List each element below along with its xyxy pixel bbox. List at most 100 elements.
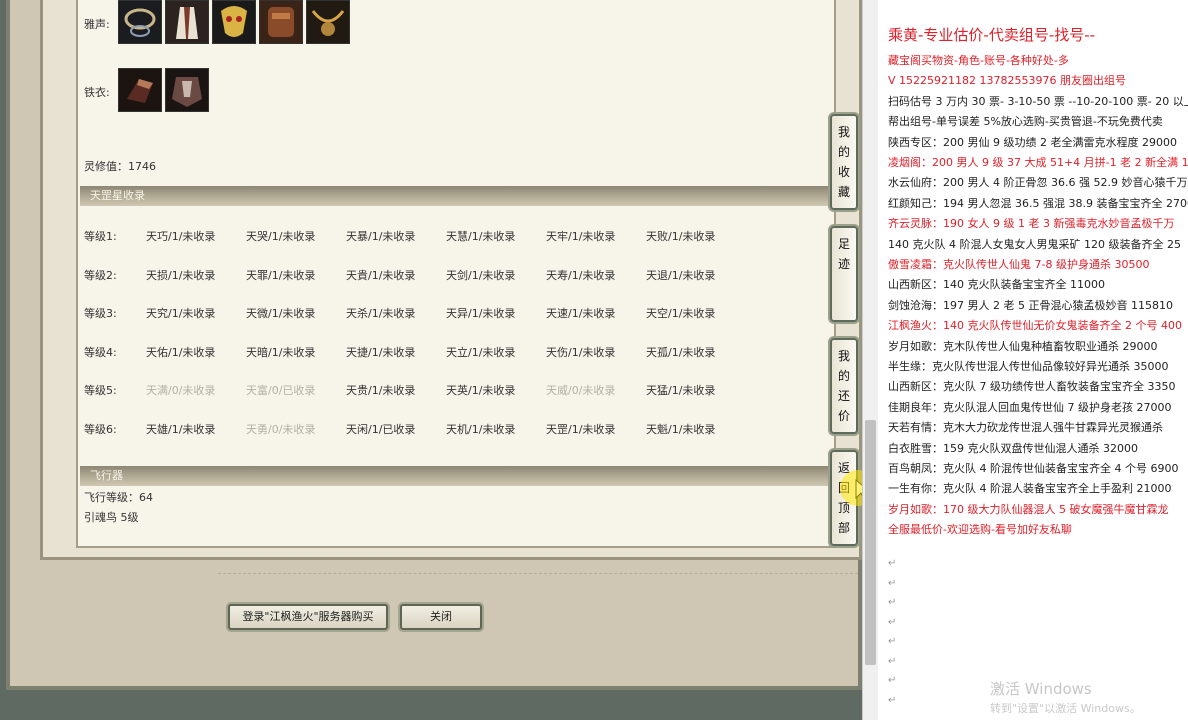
- collection-cell: 天微/1/未收录: [246, 307, 316, 321]
- collection-cell: 天捷/1/未收录: [346, 345, 416, 359]
- level-label: 等级4:: [84, 345, 117, 359]
- collection-cell: 天孤/1/未收录: [646, 345, 716, 359]
- document-line: 傲雪凌霜：克火队传世人仙鬼 7-8 级护身通杀 30500: [888, 258, 1150, 271]
- collection-cell: 天哭/1/未收录: [246, 230, 316, 243]
- item-gauntlet-icon[interactable]: [118, 68, 162, 112]
- collection-cell: 天异/1/未收录: [446, 307, 516, 321]
- document-line: 陕西专区：200 男仙 9 级功绩 2 老全满雷克水程度 29000: [888, 135, 1177, 149]
- collection-cell: 天剑/1/未收录: [446, 268, 516, 282]
- collection-cell: 天暴/1/未收录: [346, 230, 416, 243]
- item-robe-icon[interactable]: [165, 0, 209, 44]
- collection-row: 等级6: 天雄/1/未收录 天勇/0/未收录 天闲/1/已收录 天机/1/未收录 天罡/1…: [80, 409, 828, 447]
- document-line: 齐云灵脉：190 女人 9 级 1 老 3 新强毒克水妙音孟极千万: [888, 217, 1175, 231]
- collection-cell: 天空/1/未收录: [646, 307, 716, 321]
- document-line: 帮出组号-单号误差 5%放心选购-买贵管退-不玩免费代卖: [888, 115, 1163, 129]
- game-window: 雅声: 铁衣: 灵修值：1746 天罡星收录 等级1: 天巧/1/未收录 天哭/1/…: [0, 0, 862, 720]
- collection-cell: 天暗/1/未收录: [246, 345, 316, 359]
- close-button[interactable]: 关闭: [400, 604, 482, 630]
- flight-level: 飞行等级：64: [84, 491, 153, 504]
- collection-cell: 天佑/1/未收录: [146, 345, 216, 359]
- paragraph-mark-icon: ↵: [888, 577, 897, 589]
- collection-cell: 天富/0/已收录: [246, 384, 316, 398]
- level-label: 等级3:: [84, 307, 117, 321]
- tab-label: 我的收藏: [837, 125, 850, 199]
- tab-label: 足迹: [837, 237, 850, 271]
- document-line: V 15225921182 13782553976 朋友圈出组号: [888, 74, 1126, 88]
- collection-row: 等级2: 天损/1/未收录 天罪/1/未收录 天貴/1/未收录 天剑/1/未收录 天寿/1…: [80, 255, 828, 293]
- collection-cell: 天满/0/未收录: [146, 384, 216, 398]
- item-horns-icon[interactable]: [306, 0, 350, 44]
- item-chestplate-icon[interactable]: [165, 68, 209, 112]
- collection-row: 等级3: 天究/1/未收录 天微/1/未收录 天杀/1/未收录 天异/1/未收录 天速/1…: [80, 293, 828, 331]
- collection-cell: 天威/0/未收录: [546, 384, 616, 398]
- paragraph-mark-icon: ↵: [888, 675, 897, 686]
- document-line: 红颜知己：194 男人忽混 36.5 强混 38.9 装备宝宝齐全 2700: [888, 196, 1188, 210]
- document-line: 百鸟朝凤：克火队 4 阶混传世仙装备宝宝齐全 4 个号 6900: [888, 462, 1179, 475]
- paragraph-mark-icon: ↵: [888, 694, 897, 706]
- collection-cell: 天贵/1/未收录: [346, 384, 416, 398]
- document-line: 佳期良年：克火队混人回血鬼传世仙 7 级护身老孩 27000: [888, 400, 1172, 414]
- collection-cell: 天貴/1/未收录: [346, 268, 416, 282]
- scrollbar-thumb[interactable]: [865, 420, 876, 665]
- spirit-value: 灵修值：1746: [84, 160, 156, 173]
- document-line: 藏宝阁买物资-角色-账号-各种好处-多: [888, 54, 1069, 67]
- collection-cell: 天杀/1/未收录: [346, 307, 416, 321]
- document-line: 山西新区：140 克火队装备宝宝齐全 11000: [888, 278, 1105, 292]
- activation-watermark-sub: 转到"设置"以激活 Windows。: [990, 702, 1141, 715]
- document-line: 凌烟阁：200 男人 9 级 37 大成 51+4 月拼-1 老 2 新全满 1…: [888, 156, 1188, 169]
- paragraph-mark-icon: ↵: [888, 636, 897, 647]
- level-label: 等级2:: [84, 268, 117, 282]
- collection-cell: 天退/1/未收录: [646, 268, 716, 282]
- iron-label: 铁衣:: [84, 86, 110, 99]
- document-line: 白衣胜雪：159 克火队双盘传世仙混人通杀 32000: [888, 441, 1138, 455]
- collection-cell: 天勇/0/未收录: [246, 423, 316, 436]
- collection-cell: 天魁/1/未收录: [646, 423, 716, 436]
- document-line: 岁月如歌：克木队传世人仙鬼种植畜牧职业通杀 29000: [888, 339, 1158, 353]
- paragraph-mark-icon: ↵: [888, 558, 897, 569]
- elegant-label: 雅声:: [84, 18, 110, 31]
- document-line: 乘黄-专业估价-代卖组号-找号--: [888, 26, 1096, 44]
- divider: [218, 573, 858, 574]
- paragraph-mark-icon: ↵: [888, 597, 897, 608]
- item-mask-icon[interactable]: [212, 0, 256, 44]
- collection-row: 等级4: 天佑/1/未收录 天暗/1/未收录 天捷/1/未收录 天立/1/未收录 天伤/1…: [80, 332, 828, 370]
- level-label: 等级1:: [84, 230, 117, 243]
- item-ring-icon[interactable]: [118, 0, 162, 44]
- document-line: 全服最低价-欢迎选购-看号加好友私聊: [888, 523, 1072, 537]
- collection-cell: 天损/1/未收录: [146, 268, 216, 282]
- collection-cell: 天立/1/未收录: [446, 345, 516, 359]
- tab-label: 我的还价: [837, 349, 850, 423]
- tab-footprints[interactable]: 足迹: [830, 226, 858, 322]
- collection-section-header: 天罡星收录: [80, 186, 828, 206]
- document-line: 140 克火队 4 阶混人女鬼女人男鬼采矿 120 级装备齐全 25: [888, 237, 1181, 251]
- vertical-scrollbar[interactable]: [862, 0, 879, 720]
- collection-cell: 天败/1/未收录: [646, 230, 716, 243]
- collection-cell: 天寿/1/未收录: [546, 268, 616, 282]
- document-line: 半生缘：克火队传世混人传世仙品像较好异光通杀 35000: [888, 360, 1169, 373]
- collection-cell: 天牢/1/未收录: [546, 230, 616, 243]
- document-line: 天若有情：克木大力砍龙传世混人强牛甘霖异光灵猴通杀: [888, 421, 1163, 435]
- document-line: 扫码估号 3 万内 30 票- 3-10-50 票 --10-20-100 票-…: [888, 94, 1188, 108]
- item-armor-icon[interactable]: [259, 0, 303, 44]
- collection-cell: 天巧/1/未收录: [146, 230, 216, 243]
- collection-cell: 天机/1/未收录: [446, 423, 516, 436]
- collection-cell: 天罡/1/未收录: [546, 423, 616, 436]
- paragraph-mark-icon: ↵: [888, 655, 897, 667]
- collection-cell: 天英/1/未收录: [446, 384, 516, 398]
- tab-my-offers[interactable]: 我的还价: [830, 338, 858, 434]
- collection-cell: 天速/1/未收录: [546, 307, 616, 321]
- collection-cell: 天闲/1/已收录: [346, 423, 416, 436]
- collection-cell: 天慧/1/未收录: [446, 230, 516, 243]
- document-panel: 乘黄-专业估价-代卖组号-找号-- 藏宝阁买物资-角色-账号-各种好处-多 V 15…: [878, 0, 1188, 720]
- collection-cell: 天雄/1/未收录: [146, 423, 216, 436]
- collection-cell: 天猛/1/未收录: [646, 384, 716, 398]
- collection-cell: 天罪/1/未收录: [246, 268, 316, 282]
- document-line: 水云仙府：200 男人 4 阶正骨忽 36.6 强 52.9 妙音心猿千万: [888, 176, 1188, 190]
- login-server-button[interactable]: 登录"江枫渔火"服务器购买: [228, 604, 388, 630]
- collection-cell: 天伤/1/未收录: [546, 345, 616, 359]
- collection-cell: 天究/1/未收录: [146, 307, 216, 321]
- document-line: 剑蚀沧海：197 男人 2 老 5 正骨混心猿孟极妙音 115810: [888, 298, 1173, 312]
- tab-my-favorites[interactable]: 我的收藏: [830, 114, 858, 210]
- soul-bird-level: 引魂鸟 5级: [84, 511, 139, 524]
- level-label: 等级6:: [84, 423, 117, 436]
